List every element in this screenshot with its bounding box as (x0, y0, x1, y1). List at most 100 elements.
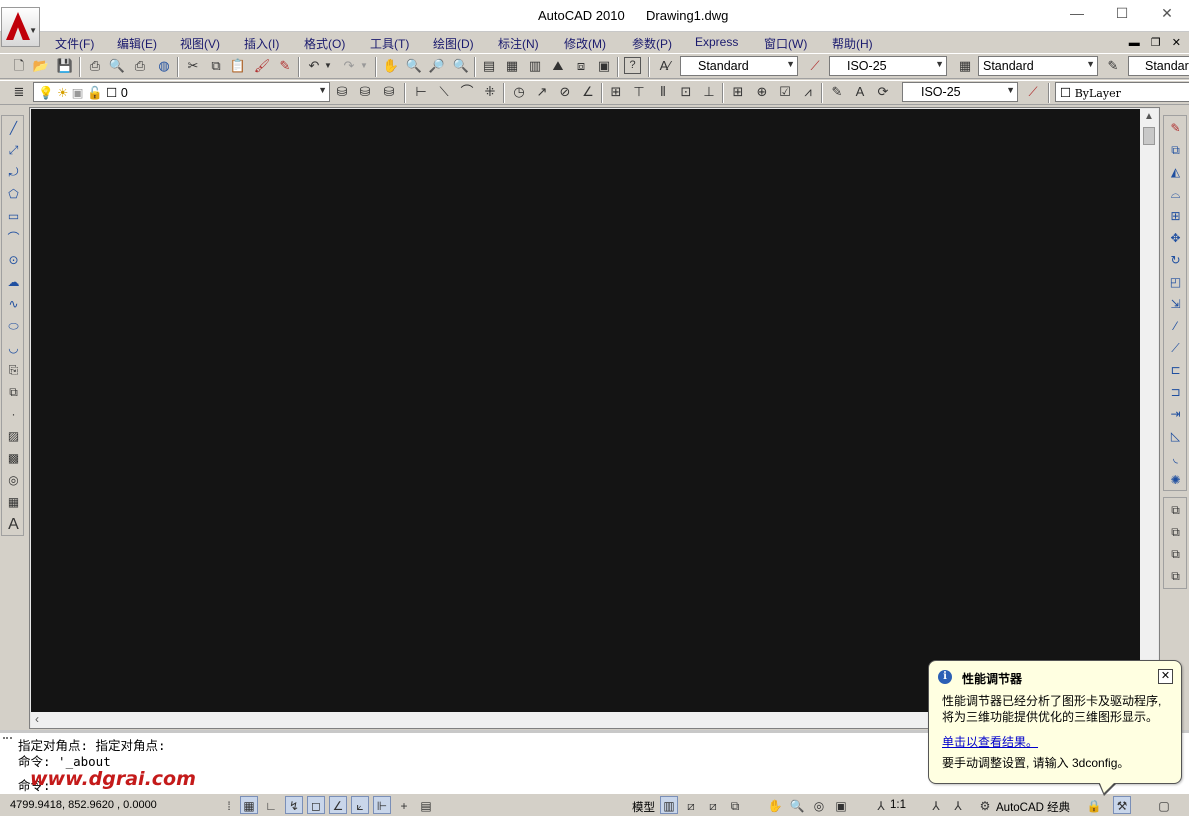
help-icon[interactable]: ? (624, 57, 641, 74)
block-editor-icon[interactable]: ✎ (276, 57, 294, 75)
pan-status-icon[interactable]: ✋ (766, 796, 784, 814)
dim-break-icon[interactable]: ⊥ (700, 83, 718, 101)
extend-icon[interactable]: ⟋ (1167, 340, 1184, 357)
zoom-realtime-icon[interactable]: 🔍 (405, 57, 423, 75)
break-at-point-icon[interactable]: ⊏ (1167, 362, 1184, 379)
break-icon[interactable]: ⊐ (1167, 384, 1184, 401)
scroll-left-icon[interactable]: ‹ (35, 712, 39, 726)
dim-style-manager-icon[interactable]: ⟋ (1024, 83, 1042, 101)
quick-properties-icon[interactable]: ▤ (417, 796, 435, 814)
menu-view[interactable]: 视图(V) (180, 35, 220, 52)
fillet-icon[interactable]: ◟ (1167, 450, 1184, 467)
gradient-icon[interactable]: ▩ (5, 450, 22, 467)
send-under-icon[interactable]: ⧉ (1167, 568, 1184, 585)
scroll-up-icon[interactable]: ▲ (1144, 111, 1154, 122)
jogged-linear-icon[interactable]: ⩘ (799, 83, 817, 101)
ortho-mode-icon[interactable]: ∟ (262, 796, 280, 814)
quick-view-layouts-icon[interactable]: ⧄ (704, 796, 722, 814)
menu-dimension[interactable]: 标注(N) (498, 35, 539, 52)
array-icon[interactable]: ⊞ (1167, 208, 1184, 225)
linear-dim-icon[interactable]: ⊢ (412, 83, 430, 101)
model-label[interactable]: 模型 (632, 799, 655, 815)
drawing-canvas[interactable] (31, 109, 1140, 712)
radius-dim-icon[interactable]: ◷ (510, 83, 528, 101)
menu-tools[interactable]: 工具(T) (370, 35, 409, 52)
model-space-icon[interactable]: ▥ (660, 796, 678, 814)
scale-icon[interactable]: ◰ (1167, 274, 1184, 291)
dynamic-ucs-icon[interactable]: ⟀ (351, 796, 369, 814)
zoom-status-icon[interactable]: 🔍 (788, 796, 806, 814)
erase-icon[interactable]: ✎ (1167, 120, 1184, 137)
menu-window[interactable]: 窗口(W) (764, 35, 807, 52)
mdi-window-controls[interactable]: ▬ ❐ ✕ (1129, 36, 1185, 49)
workspace-gear-icon[interactable]: ⚙ (976, 796, 994, 814)
workspace-label[interactable]: AutoCAD 经典 (996, 799, 1070, 815)
dynamic-input-icon[interactable]: ⊩ (373, 796, 391, 814)
showmotion-icon[interactable]: ▣ (832, 796, 850, 814)
maximize-button[interactable]: ☐ (1107, 5, 1137, 25)
copy-object-icon[interactable]: ⧉ (1167, 142, 1184, 159)
auto-scale-icon[interactable]: ⅄ (949, 796, 967, 814)
angular-dim-icon[interactable]: ∠ (579, 83, 597, 101)
menu-modify[interactable]: 修改(M) (564, 35, 606, 52)
revision-cloud-icon[interactable]: ☁ (5, 274, 22, 291)
snap-mode-icon[interactable]: ⁞ (220, 796, 238, 814)
new-icon[interactable]: 🗋 (10, 57, 28, 75)
polar-tracking-icon[interactable]: ↯ (285, 796, 303, 814)
construction-line-icon[interactable]: ⤢ (5, 142, 22, 159)
jogged-dim-icon[interactable]: ↗ (533, 83, 551, 101)
publish-icon[interactable]: ⎙ (131, 57, 149, 75)
arc-icon[interactable]: ⌒ (5, 230, 22, 247)
annotation-scale-value[interactable]: 1:1 (890, 799, 906, 811)
spline-icon[interactable]: ∿ (5, 296, 22, 313)
multileader-style-icon[interactable]: ✎ (1104, 57, 1122, 75)
object-snap-icon[interactable]: ◻ (307, 796, 325, 814)
zoom-previous-icon[interactable]: 🔍 (452, 57, 470, 75)
vertical-scrollbar[interactable]: ▲ (1140, 109, 1158, 712)
properties-icon[interactable]: ▤ (480, 57, 498, 75)
redo-dropdown-icon[interactable]: ▼ (358, 57, 370, 75)
lineweight-icon[interactable]: + (395, 796, 413, 814)
continue-dim-icon[interactable]: ⫴ (654, 83, 672, 101)
dim-edit-icon[interactable]: ✎ (828, 83, 846, 101)
dim-style-control[interactable]: ISO-25 ▼ (902, 82, 1018, 102)
text-style-icon[interactable]: A⁄ (656, 57, 674, 75)
menu-file[interactable]: 文件(F) (55, 35, 94, 52)
multileader-style-select[interactable]: Standar (1128, 56, 1189, 76)
table-style-select[interactable]: Standard ▼ (978, 56, 1098, 76)
tolerance-icon[interactable]: ⊞ (729, 83, 747, 101)
baseline-dim-icon[interactable]: ⊤ (630, 83, 648, 101)
rotate-icon[interactable]: ↻ (1167, 252, 1184, 269)
dim-space-icon[interactable]: ⊡ (677, 83, 695, 101)
ellipse-arc-icon[interactable]: ◡ (5, 340, 22, 357)
table-icon[interactable]: ▦ (5, 494, 22, 511)
inspection-icon[interactable]: ☑ (776, 83, 794, 101)
calculator-icon[interactable]: ▣ (595, 57, 613, 75)
menu-draw[interactable]: 绘图(D) (433, 35, 474, 52)
make-block-icon[interactable]: ⧉ (5, 384, 22, 401)
pan-icon[interactable]: ✋ (382, 57, 400, 75)
grid-display-icon[interactable]: ▦ (240, 796, 258, 814)
ordinate-dim-icon[interactable]: ⁜ (481, 83, 499, 101)
trim-icon[interactable]: ⁄ (1167, 318, 1184, 335)
move-icon[interactable]: ✥ (1167, 230, 1184, 247)
view-results-link[interactable]: 单击以查看结果。 (942, 733, 1038, 750)
hatch-icon[interactable]: ▨ (5, 428, 22, 445)
undo-dropdown-icon[interactable]: ▼ (322, 57, 334, 75)
circle-icon[interactable]: ⊙ (5, 252, 22, 269)
menu-express[interactable]: Express (695, 35, 738, 49)
point-icon[interactable]: · (5, 406, 22, 423)
dim-style-select[interactable]: ISO-25 ▼ (829, 56, 947, 76)
mirror-icon[interactable]: ◭ (1167, 164, 1184, 181)
object-snap-tracking-icon[interactable]: ∠ (329, 796, 347, 814)
polygon-icon[interactable]: ⬠ (5, 186, 22, 203)
text-style-select[interactable]: Standard ▼ (680, 56, 798, 76)
3d-dwf-icon[interactable]: ◍ (155, 57, 173, 75)
region-icon[interactable]: ◎ (5, 472, 22, 489)
menu-format[interactable]: 格式(O) (304, 35, 345, 52)
stretch-icon[interactable]: ⇲ (1167, 296, 1184, 313)
layer-state-icon[interactable]: ⛁ (380, 83, 398, 101)
line-icon[interactable]: ╱ (5, 120, 22, 137)
layer-manager-icon[interactable]: ≣ (10, 83, 28, 101)
lock-icon[interactable]: 🔒 (1085, 796, 1103, 814)
